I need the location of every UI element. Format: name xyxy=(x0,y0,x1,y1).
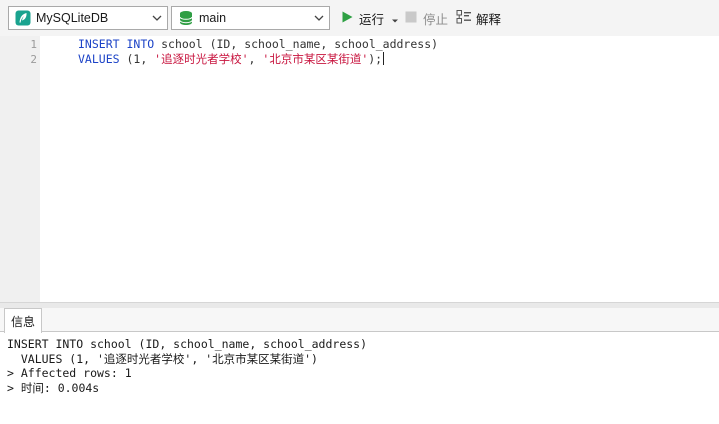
caret-down-icon[interactable] xyxy=(391,14,399,23)
stop-button[interactable]: 停止 xyxy=(405,8,448,28)
tab-info[interactable]: 信息 xyxy=(4,308,42,333)
keyword: VALUES xyxy=(78,52,120,66)
database-value: main xyxy=(199,11,227,25)
database-select[interactable]: main xyxy=(171,6,330,30)
code-text: ); xyxy=(368,52,383,66)
keyword: INTO xyxy=(126,37,155,51)
database-icon xyxy=(178,10,194,26)
output-panel: 信息 INSERT INTO school (ID, school_name, … xyxy=(0,308,719,424)
feather-icon xyxy=(15,10,31,26)
code-text: (1, xyxy=(119,52,155,66)
chevron-down-icon xyxy=(313,12,325,24)
code-line[interactable]: VALUES (1, '追逐时光者学校', '北京市某区某街道'); xyxy=(78,52,385,67)
code-text: school (ID, school_name, school_address) xyxy=(154,37,439,51)
explain-label: 解释 xyxy=(476,12,502,27)
connection-value: MySQLiteDB xyxy=(36,11,109,25)
keyword: INSERT xyxy=(78,37,120,51)
sql-editor[interactable]: 1 2 INSERT INTO school (ID, school_name,… xyxy=(0,36,719,302)
text-cursor xyxy=(383,52,385,65)
chevron-down-icon xyxy=(151,12,163,24)
line-number: 2 xyxy=(30,53,37,66)
explain-icon xyxy=(456,9,472,28)
output-line: VALUES (1, '追逐时光者学校', '北京市某区某街道') xyxy=(7,351,318,366)
output-line: > 时间: 0.004s xyxy=(7,380,100,395)
tab-info-label: 信息 xyxy=(10,314,35,329)
run-label: 运行 xyxy=(359,12,385,27)
output-line: INSERT INTO school (ID, school_name, sch… xyxy=(7,337,368,351)
line-number: 1 xyxy=(30,38,37,51)
play-icon xyxy=(340,10,354,27)
stop-label: 停止 xyxy=(423,12,449,27)
code-line[interactable]: INSERT INTO school (ID, school_name, sch… xyxy=(78,37,438,52)
output-line: > Affected rows: 1 xyxy=(7,366,132,380)
run-button[interactable]: 运行 xyxy=(340,8,399,28)
stop-icon xyxy=(405,11,417,26)
string-literal: '追逐时光者学校' xyxy=(154,52,249,66)
string-literal: '北京市某区某街道' xyxy=(262,52,369,66)
code-text: , xyxy=(248,52,263,66)
explain-button[interactable]: 解释 xyxy=(456,8,501,28)
toolbar: MySQLiteDB main 运行 停止 解释 xyxy=(0,0,719,36)
line-number-gutter: 1 2 xyxy=(0,36,40,302)
output-tab-bar: 信息 xyxy=(0,308,719,333)
connection-select[interactable]: MySQLiteDB xyxy=(8,6,168,30)
